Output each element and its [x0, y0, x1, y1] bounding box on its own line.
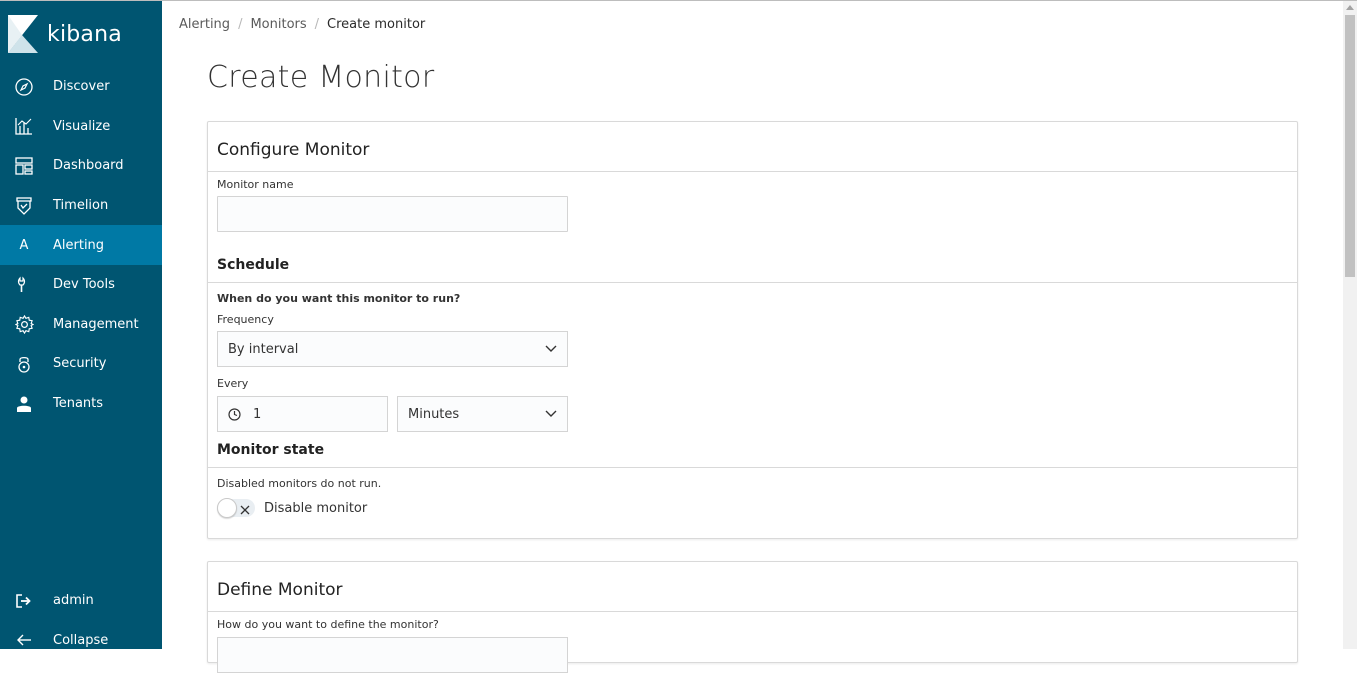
logout-icon — [14, 591, 34, 611]
sidebar-item-label: Visualize — [53, 118, 111, 134]
frequency-value: By interval — [228, 341, 299, 357]
sidebar-nav: Discover Visualize Dashboard Timelion A … — [0, 67, 162, 423]
breadcrumb-create-monitor: Create monitor — [327, 17, 426, 32]
logo-text: kibana — [47, 21, 122, 47]
sidebar-item-timelion[interactable]: Timelion — [0, 186, 162, 226]
define-monitor-question: How do you want to define the monitor? — [217, 618, 439, 631]
clock-icon — [228, 407, 241, 421]
define-method-select[interactable] — [217, 637, 568, 673]
toggle-knob — [217, 498, 237, 518]
disable-monitor-label: Disable monitor — [264, 501, 368, 516]
scroll-up-arrow-icon[interactable] — [1346, 5, 1354, 10]
sidebar-item-dev-tools[interactable]: Dev Tools — [0, 265, 162, 305]
lock-icon — [14, 354, 34, 374]
sidebar-item-security[interactable]: Security — [0, 344, 162, 384]
sidebar-bottom: admin Collapse — [0, 581, 162, 660]
interval-unit-select[interactable]: Minutes — [397, 396, 568, 432]
interval-value: 1 — [253, 406, 262, 422]
configure-monitor-title: Configure Monitor — [217, 140, 370, 160]
breadcrumb-alerting[interactable]: Alerting — [179, 17, 230, 32]
sidebar-item-label: Dev Tools — [53, 277, 115, 293]
define-monitor-title: Define Monitor — [217, 580, 343, 600]
sidebar-item-dashboard[interactable]: Dashboard — [0, 146, 162, 186]
configure-monitor-panel: Configure Monitor Monitor name Schedule … — [207, 121, 1298, 539]
schedule-title: Schedule — [217, 257, 290, 273]
main-content: Alerting / Monitors / Create monitor Cre… — [162, 0, 1343, 673]
timelion-shield-icon — [14, 196, 34, 216]
sidebar-item-label: admin — [53, 593, 94, 609]
monitor-state-title: Monitor state — [217, 442, 325, 458]
close-icon — [239, 501, 251, 520]
monitor-name-input[interactable] — [217, 196, 568, 232]
sidebar-item-management[interactable]: Management — [0, 305, 162, 345]
chevron-down-icon — [545, 342, 557, 357]
breadcrumb: Alerting / Monitors / Create monitor — [179, 17, 425, 32]
breadcrumb-monitors[interactable]: Monitors — [250, 17, 306, 32]
breadcrumb-separator: / — [238, 17, 243, 32]
bar-chart-icon — [14, 116, 34, 136]
window-top-border — [0, 0, 1357, 1]
letter-a-icon: A — [14, 235, 34, 255]
chevron-down-icon — [545, 407, 557, 422]
letter-a-glyph: A — [19, 237, 29, 253]
divider — [208, 611, 1297, 612]
schedule-question: When do you want this monitor to run? — [217, 292, 461, 305]
kibana-logo-icon — [8, 15, 38, 53]
wrench-icon — [14, 275, 34, 295]
page-title: Create Monitor — [207, 60, 435, 95]
frequency-label: Frequency — [217, 313, 274, 326]
arrow-left-icon — [14, 630, 34, 650]
scrollbar-thumb[interactable] — [1345, 15, 1355, 277]
monitor-name-label: Monitor name — [217, 178, 294, 191]
compass-icon — [14, 77, 34, 97]
sidebar-item-label: Tenants — [53, 396, 104, 412]
sidebar-item-label: Dashboard — [53, 158, 124, 174]
monitor-state-help: Disabled monitors do not run. — [217, 477, 382, 490]
sidebar-item-tenants[interactable]: Tenants — [0, 384, 162, 424]
frequency-select[interactable]: By interval — [217, 331, 568, 367]
interval-number-input[interactable]: 1 — [217, 396, 388, 432]
sidebar-item-discover[interactable]: Discover — [0, 67, 162, 107]
sidebar-item-label: Management — [53, 316, 139, 332]
vertical-scrollbar[interactable] — [1343, 1, 1357, 649]
sidebar-item-alerting[interactable]: A Alerting — [0, 225, 162, 265]
sidebar: kibana Discover Visualize Dashboard Time… — [0, 0, 162, 649]
interval-unit-value: Minutes — [408, 406, 460, 422]
sidebar-item-label: Discover — [53, 79, 110, 95]
divider — [208, 171, 1297, 172]
dashboard-icon — [14, 156, 34, 176]
gear-icon — [14, 314, 34, 334]
breadcrumb-separator: / — [314, 17, 320, 32]
sidebar-item-label: Timelion — [53, 198, 109, 214]
kibana-logo[interactable]: kibana — [8, 15, 122, 53]
define-monitor-panel: Define Monitor How do you want to define… — [207, 561, 1298, 673]
user-icon — [14, 394, 34, 414]
divider — [208, 467, 1297, 468]
disable-monitor-toggle[interactable] — [217, 498, 255, 520]
sidebar-item-label: Security — [53, 356, 107, 372]
sidebar-item-label: Collapse — [53, 632, 109, 648]
sidebar-item-admin[interactable]: admin — [0, 581, 162, 621]
sidebar-item-label: Alerting — [53, 237, 105, 253]
every-label: Every — [217, 377, 249, 390]
sidebar-item-collapse[interactable]: Collapse — [0, 621, 162, 661]
sidebar-item-visualize[interactable]: Visualize — [0, 107, 162, 147]
divider — [208, 282, 1297, 283]
